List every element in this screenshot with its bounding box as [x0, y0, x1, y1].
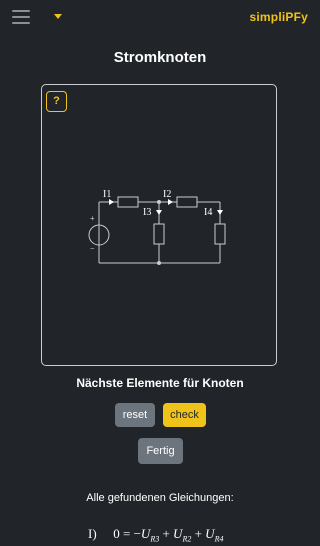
check-button[interactable]: check [163, 403, 206, 427]
resistor-r4 [214, 223, 226, 245]
equation-lhs: 0 = − [113, 526, 141, 541]
equation-row: I) 0 = −UR3 + UR2 + UR4 [88, 526, 224, 544]
label-minus: − [90, 244, 95, 253]
circuit-panel: ? I1 I2 I3 I4 + − [41, 84, 277, 366]
resistor-r2 [176, 196, 198, 208]
resistor-r3 [153, 223, 165, 245]
label-i3: I3 [143, 207, 151, 218]
node-bottom [157, 261, 161, 265]
top-navbar: simpliPFy [0, 0, 320, 36]
equation-term-3: U [205, 526, 215, 541]
label-plus: + [90, 214, 95, 223]
equation-index: I) [88, 526, 97, 541]
resistor-r1 [117, 196, 139, 208]
reset-button[interactable]: reset [115, 403, 155, 427]
equation-sub-2: R2 [182, 534, 192, 544]
equation-term-1: U [140, 526, 151, 541]
caret-down-icon[interactable] [54, 14, 62, 19]
brand-logo[interactable]: simpliPFy [250, 10, 308, 24]
equations-heading: Alle gefundenen Gleichungen: [86, 492, 234, 504]
label-i1: I1 [103, 189, 111, 200]
arrow-i3 [156, 210, 162, 215]
page-title: Stromknoten [113, 49, 207, 66]
equation-sub-3: R4 [214, 534, 224, 544]
label-i4: I4 [204, 207, 212, 218]
hamburger-menu-icon[interactable] [12, 10, 30, 24]
done-button[interactable]: Fertig [138, 438, 183, 464]
label-i2: I2 [163, 189, 171, 200]
equation-sub-1: R3 [150, 534, 160, 544]
arrow-i4 [217, 210, 223, 215]
node-top [157, 200, 161, 204]
circuit-diagram: I1 I2 I3 I4 + − [88, 189, 226, 265]
node-elements-heading: Nächste Elemente für Knoten [76, 376, 244, 390]
